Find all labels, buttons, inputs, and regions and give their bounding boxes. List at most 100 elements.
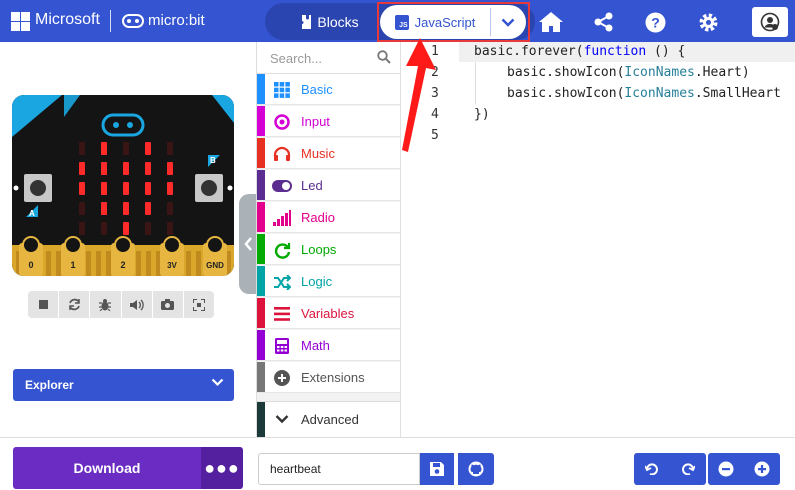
fullscreen-button[interactable] (183, 291, 215, 318)
category-label: Logic (301, 274, 333, 289)
share-button[interactable] (591, 9, 617, 35)
debug-icon (99, 299, 112, 311)
search-icon (377, 50, 391, 64)
chevron-down-icon (275, 415, 289, 424)
pin-hole (64, 236, 82, 254)
led-on (101, 182, 107, 195)
simulator-controls (28, 291, 215, 318)
edge-tooth (196, 251, 201, 276)
code-token: .SmallHeart (694, 86, 781, 101)
category-color-bar (257, 234, 265, 264)
category-music[interactable]: Music (257, 138, 401, 169)
category-color-bar (257, 106, 265, 136)
save-button[interactable] (420, 453, 454, 485)
advanced-label: Advanced (301, 412, 359, 427)
redo-icon (682, 463, 695, 475)
led-on (123, 202, 129, 215)
pin-hole (114, 236, 132, 254)
type-token: IconNames (624, 86, 695, 101)
category-color-bar (257, 362, 265, 392)
chevron-left-icon (243, 237, 252, 251)
restart-icon (68, 298, 80, 311)
edge-tooth (136, 251, 141, 276)
input-icon (272, 112, 292, 132)
undo-button[interactable] (634, 453, 670, 485)
led-on (79, 182, 85, 195)
pin-label: 0 (28, 260, 33, 270)
led-on (101, 202, 107, 215)
led-off (167, 202, 173, 215)
zoom-out-button[interactable] (708, 453, 744, 485)
more-options-button[interactable]: ●●● (201, 447, 243, 489)
collapse-simulator-button[interactable] (239, 194, 257, 294)
pin-label: 2 (120, 260, 125, 270)
search-input[interactable]: Search... (257, 42, 401, 74)
category-color-bar (257, 402, 265, 437)
fullscreen-icon (192, 298, 205, 311)
led-on (167, 182, 173, 195)
category-radio[interactable]: Radio (257, 202, 401, 233)
category-color-bar (257, 330, 265, 360)
category-label: Math (301, 338, 330, 353)
restart-button[interactable] (59, 291, 90, 318)
profile-button[interactable] (752, 7, 788, 37)
edge-tooth (146, 251, 151, 276)
code-token: basic.forever( (474, 44, 584, 59)
grid-icon (272, 80, 292, 100)
microbit-board[interactable]: A B 0 1 2 3V GND (12, 95, 234, 276)
stop-button[interactable] (28, 291, 59, 318)
category-math[interactable]: Math (257, 330, 401, 361)
debug-button[interactable] (90, 291, 121, 318)
project-name-input[interactable] (258, 453, 420, 485)
settings-button[interactable] (695, 9, 721, 35)
led-on (123, 222, 129, 235)
explorer-button[interactable]: Explorer (13, 369, 234, 401)
category-extensions[interactable]: Extensions (257, 362, 401, 393)
code-editor[interactable]: 1 2 3 4 5 basic.forever(function () { ba… (400, 42, 795, 437)
edge-tooth (56, 251, 61, 276)
code-token: () { (646, 44, 686, 59)
save-icon (430, 462, 444, 476)
download-button[interactable]: Download (13, 447, 201, 489)
category-input[interactable]: Input (257, 106, 401, 137)
code-token: .Heart) (694, 65, 750, 80)
toolbox: Search... Basic Input Music Led Radio Lo… (256, 42, 401, 437)
pin-label: 1 (70, 260, 75, 270)
category-variables[interactable]: Variables (257, 298, 401, 329)
divider (110, 10, 111, 32)
category-loops[interactable]: Loops (257, 234, 401, 265)
github-button[interactable] (458, 453, 494, 485)
category-label: Basic (301, 82, 333, 97)
help-button[interactable]: ? (642, 9, 668, 35)
brand-label: Microsoft (35, 11, 100, 28)
category-led[interactable]: Led (257, 170, 401, 201)
stop-icon (38, 300, 48, 309)
category-color-bar (257, 138, 265, 168)
explorer-label: Explorer (25, 378, 74, 392)
edge-tooth (86, 251, 91, 276)
tab-blocks[interactable]: Blocks (282, 3, 377, 40)
zoom-in-button[interactable] (744, 453, 780, 485)
category-logic[interactable]: Logic (257, 266, 401, 297)
led-off (167, 222, 173, 235)
led-off (79, 202, 85, 215)
code-line: }) (474, 107, 490, 122)
edge-tooth (186, 251, 191, 276)
home-button[interactable] (538, 9, 564, 35)
category-advanced[interactable]: Advanced (257, 401, 401, 437)
product-label: micro:bit (148, 12, 205, 29)
led-on (167, 162, 173, 175)
gear-icon (699, 13, 717, 31)
redo-button[interactable] (670, 453, 706, 485)
svg-text:?: ? (651, 14, 660, 30)
edge-tooth (96, 251, 101, 276)
undo-icon (645, 463, 658, 475)
simulator-panel: A B 0 1 2 3V GND Explorer (0, 42, 256, 437)
category-basic[interactable]: Basic (257, 74, 401, 105)
headphones-icon (272, 144, 292, 164)
led-off (145, 222, 151, 235)
led-off (167, 142, 173, 155)
calculator-icon (272, 336, 292, 356)
mute-button[interactable] (121, 291, 152, 318)
screenshot-button[interactable] (152, 291, 183, 318)
